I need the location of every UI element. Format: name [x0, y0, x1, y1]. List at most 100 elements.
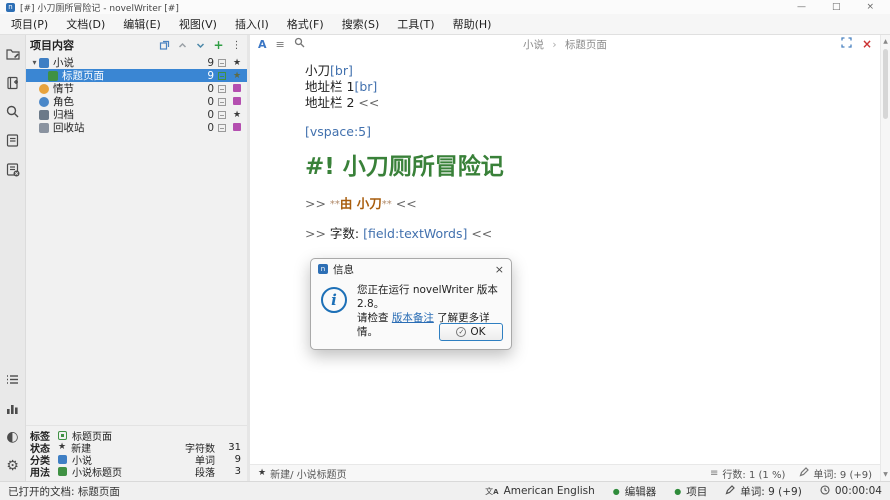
tree-item-trash[interactable]: 回收站 0	[26, 121, 247, 134]
stat-label: 段落	[157, 464, 215, 479]
document-title: #! 小刀厕所冒险记	[305, 153, 860, 181]
menu-tools[interactable]: 工具(T)	[388, 14, 443, 34]
expander-icon[interactable]: ▾	[30, 58, 39, 67]
align-marker: >>	[305, 226, 330, 241]
editor-scrollbar[interactable]: ▲ ▼	[880, 35, 890, 481]
statistics-icon[interactable]	[4, 400, 21, 417]
doc-usage-path: / 小说标题页	[290, 466, 347, 481]
menu-help[interactable]: 帮助(H)	[444, 14, 501, 34]
class-novel-icon	[58, 455, 67, 464]
menu-view[interactable]: 视图(V)	[170, 14, 226, 34]
close-button[interactable]: ×	[866, 2, 874, 12]
align-marker: <<	[392, 196, 417, 211]
move-up-icon[interactable]	[177, 40, 188, 51]
open-document-status: 已打开的文档: 标题页面	[8, 484, 120, 499]
build-manuscript-icon[interactable]	[4, 161, 21, 178]
menu-insert[interactable]: 插入(I)	[226, 14, 278, 34]
word-count[interactable]: 单词: 9 (+9)	[813, 466, 872, 481]
dialog-app-icon: n	[318, 264, 328, 274]
project-panel: 项目内容	[26, 35, 247, 481]
title-bar: n [#] 小刀厕所冒险记 - novelWriter [#] — □ ×	[0, 0, 890, 14]
menu-project[interactable]: 项目(P)	[2, 14, 57, 34]
language-label: American English	[504, 485, 595, 497]
expand-collapse-icon[interactable]	[159, 40, 170, 51]
tree-item-label: 回收站	[53, 120, 198, 135]
add-item-icon[interactable]: +	[213, 40, 224, 51]
active-flag-icon	[214, 124, 230, 132]
bold-marker: **	[330, 199, 340, 210]
language-icon: 文A	[485, 486, 498, 497]
editor-footer: ★ 新建 / 小说标题页 ≡ 行数: 1 (1 %) 单词: 9	[250, 464, 880, 481]
active-flag-icon	[214, 85, 230, 93]
project-status-indicator: ● 项目	[674, 484, 707, 499]
ok-label: OK	[470, 326, 485, 338]
scroll-up-icon[interactable]: ▲	[881, 38, 890, 45]
stat-value: 9	[215, 454, 241, 465]
novel-root-icon	[39, 58, 49, 68]
status-star-icon: ★	[58, 443, 66, 452]
minimize-button[interactable]: —	[797, 2, 806, 12]
status-star-icon: ★	[230, 71, 244, 81]
word-count: 9	[198, 57, 214, 69]
project-panel-title: 项目内容	[30, 37, 74, 53]
doc-status[interactable]: 新建	[270, 466, 290, 481]
breadcrumb-document[interactable]: 标题页面	[565, 39, 607, 51]
side-icon-bar: ◐ ⚙	[0, 35, 26, 481]
outline-icon[interactable]	[4, 132, 21, 149]
status-square-icon	[230, 83, 244, 95]
br-tag: [br]	[354, 79, 377, 94]
trash-root-icon	[39, 123, 49, 133]
close-document-icon[interactable]: ×	[862, 38, 872, 50]
project-status-dot-icon: ●	[674, 487, 681, 496]
details-list-icon[interactable]	[4, 371, 21, 388]
breadcrumb-separator-icon: ›	[552, 39, 556, 51]
maximize-button[interactable]: □	[832, 2, 841, 12]
dialog-close-icon[interactable]: ×	[495, 263, 504, 276]
message-line1: 您正在运行 novelWriter 版本 2.8。	[357, 284, 498, 310]
scroll-down-icon[interactable]: ▼	[881, 471, 890, 478]
editor-theme-indicator: ● 编辑器	[613, 484, 656, 499]
word-count: 9	[198, 70, 214, 82]
archive-root-icon	[39, 110, 49, 120]
menu-bar: 项目(P) 文档(D) 编辑(E) 视图(V) 插入(I) 格式(F) 搜索(S…	[0, 14, 890, 35]
theme-toggle-icon[interactable]: ◐	[4, 429, 21, 446]
active-flag-icon	[214, 98, 230, 106]
breadcrumb: 小说 › 标题页面	[250, 37, 880, 52]
br-tag: [br]	[330, 63, 353, 78]
move-down-icon[interactable]	[195, 40, 206, 51]
importance-star-icon: ★	[230, 58, 244, 68]
project-tree-icon[interactable]	[4, 45, 21, 62]
ok-check-icon: ✓	[456, 327, 466, 337]
status-bar: 已打开的文档: 标题页面 文A American English ● 编辑器 ●…	[0, 481, 890, 500]
novel-view-icon[interactable]	[4, 74, 21, 91]
menu-format[interactable]: 格式(F)	[278, 14, 333, 34]
session-time-indicator[interactable]: 00:00:04	[820, 485, 882, 498]
characters-root-icon	[39, 97, 49, 107]
detail-label: 用法	[30, 464, 58, 479]
menu-search[interactable]: 搜索(S)	[333, 14, 389, 34]
plot-root-icon	[39, 84, 49, 94]
breadcrumb-root[interactable]: 小说	[523, 39, 544, 51]
settings-gear-icon[interactable]: ⚙	[4, 458, 21, 475]
more-options-icon[interactable]: ⋮	[231, 40, 242, 51]
status-square-icon	[230, 122, 244, 134]
ok-button[interactable]: ✓ OK	[439, 323, 503, 341]
focus-mode-icon[interactable]	[841, 37, 852, 51]
align-marker: <<	[354, 95, 379, 110]
item-details-panel: 标签 标题页面 状态 ★ 新建 分类 小说 用法 小说标题页	[26, 425, 247, 481]
language-indicator[interactable]: 文A American English	[485, 485, 595, 497]
release-notes-link[interactable]: 版本备注	[392, 312, 434, 324]
scrollbar-thumb[interactable]	[883, 49, 888, 119]
stat-value: 3	[215, 466, 241, 477]
byline: >> **由 小刀** <<	[305, 196, 860, 213]
search-icon[interactable]	[4, 103, 21, 120]
lines-icon: ≡	[710, 468, 718, 479]
doc-text: 地址栏 1	[305, 79, 354, 94]
menu-edit[interactable]: 编辑(E)	[114, 14, 170, 34]
menu-document[interactable]: 文档(D)	[57, 14, 114, 34]
active-flag-icon	[214, 59, 230, 67]
line-count[interactable]: 行数: 1 (1 %)	[722, 466, 785, 481]
project-tree: ▾ 小说 9 ★ 标题页面 9 ★	[26, 56, 247, 134]
bold-marker: **	[382, 199, 392, 210]
doc-text: 地址栏 2	[305, 95, 354, 110]
